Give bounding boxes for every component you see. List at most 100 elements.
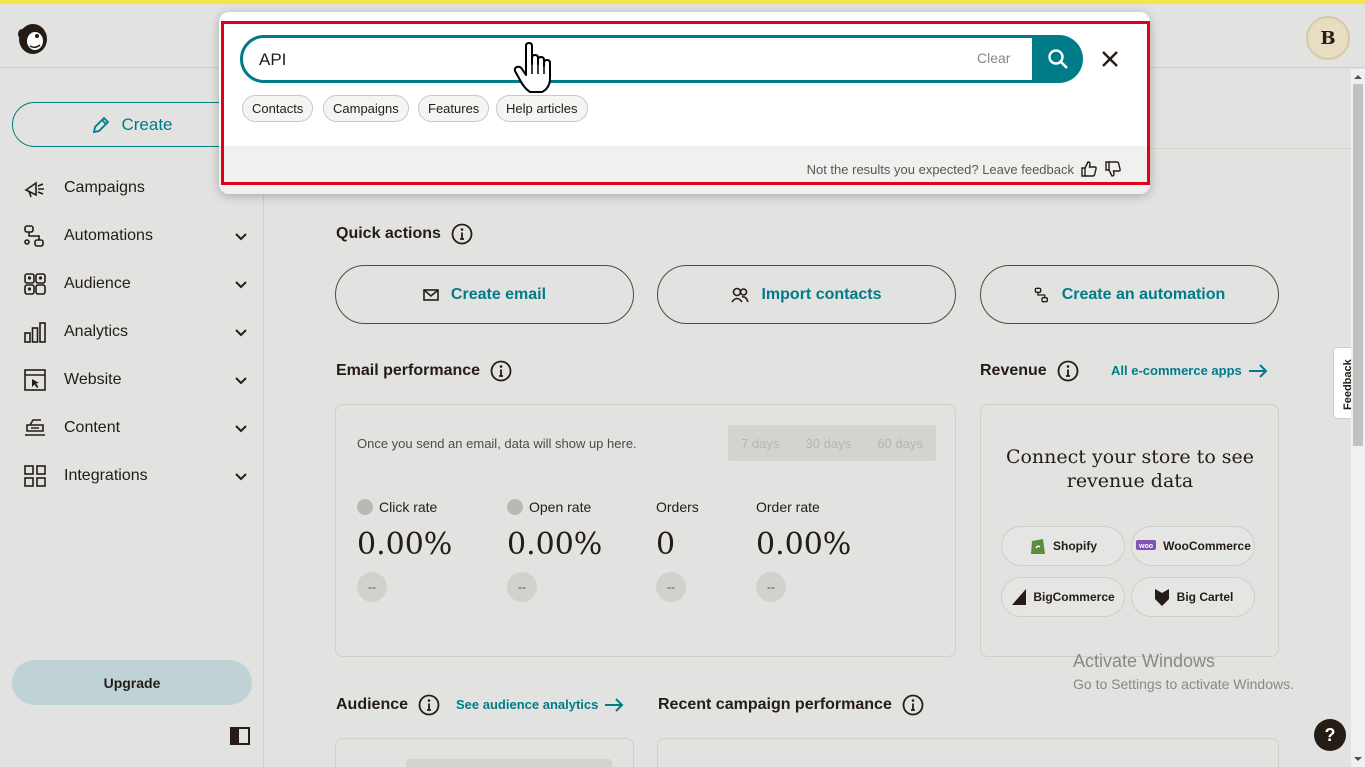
sidebar-item-label: Audience: [64, 275, 131, 292]
info-icon[interactable]: [490, 360, 512, 382]
see-audience-analytics-link[interactable]: See audience analytics: [456, 697, 624, 712]
woocommerce-icon: woo: [1136, 540, 1157, 550]
contacts-icon: [731, 287, 750, 302]
sidebar-item-label: Content: [64, 419, 121, 436]
activate-windows-watermark: Activate Windows Go to Settings to activ…: [1073, 651, 1294, 692]
audience-heading: Audience: [336, 694, 440, 716]
sidebar-item-audience[interactable]: Audience: [22, 268, 254, 300]
help-button[interactable]: ?: [1314, 719, 1346, 751]
website-icon: [24, 369, 46, 391]
range-7-days[interactable]: 7 days: [741, 436, 779, 451]
envelope-icon: [423, 288, 439, 301]
activate-windows-subtitle: Go to Settings to activate Windows.: [1073, 676, 1294, 692]
recent-campaign-heading: Recent campaign performance: [658, 694, 924, 716]
chevron-down-icon[interactable]: [232, 275, 250, 293]
thumbs-down-icon[interactable]: [1104, 160, 1122, 178]
content-icon: [25, 419, 45, 436]
chevron-down-icon[interactable]: [232, 323, 250, 341]
close-search-button[interactable]: [1097, 46, 1123, 72]
audience-title: Audience: [336, 696, 409, 713]
chevron-down-icon[interactable]: [232, 419, 250, 437]
scroll-down-icon[interactable]: [1353, 754, 1363, 764]
mailchimp-freddie-icon[interactable]: [13, 18, 53, 58]
audience-toggle[interactable]: [406, 759, 612, 767]
thumbs-up-icon[interactable]: [1080, 160, 1098, 178]
search-feedback-text[interactable]: Not the results you expected? Leave feed…: [807, 162, 1074, 177]
bigcommerce-button[interactable]: BigCommerce: [1001, 577, 1125, 617]
revenue-heading: Revenue: [980, 360, 1079, 382]
scroll-up-icon[interactable]: [1353, 72, 1363, 82]
hand-pointer-cursor-icon: [513, 42, 551, 93]
automation-flow-icon: [24, 225, 44, 247]
activate-windows-title: Activate Windows: [1073, 651, 1216, 671]
store-label: BigCommerce: [1033, 590, 1115, 604]
sidebar-item-label: Automations: [64, 227, 153, 244]
filter-chip-contacts[interactable]: Contacts: [242, 95, 314, 122]
sidebar-item-integrations[interactable]: Integrations: [22, 460, 254, 492]
range-30-days[interactable]: 30 days: [806, 436, 852, 451]
date-range-toggle: 7 days 30 days 60 days: [728, 425, 936, 461]
filter-chip-campaigns[interactable]: Campaigns: [323, 95, 409, 122]
collapse-sidebar-icon[interactable]: [230, 727, 250, 745]
avatar[interactable]: B: [1306, 16, 1350, 60]
email-performance-card: Once you send an email, data will show u…: [335, 404, 956, 657]
search-input[interactable]: [259, 46, 939, 74]
shopify-button[interactable]: Shopify: [1001, 526, 1125, 566]
chevron-down-icon[interactable]: [232, 371, 250, 389]
metric-change: --: [756, 572, 786, 602]
metric-click-rate: Click rate 0.00% --: [357, 497, 497, 602]
create-label: Create: [121, 114, 173, 134]
store-label: WooCommerce: [1163, 539, 1251, 553]
metric-order-rate: Order rate 0.00% --: [756, 497, 896, 602]
filter-chip-help-articles[interactable]: Help articles: [496, 95, 588, 122]
freddie-mini-icon: [357, 499, 373, 515]
create-email-button[interactable]: Create email: [335, 265, 634, 324]
metric-change: --: [507, 572, 537, 602]
metric-value: 0.00%: [756, 527, 852, 562]
clear-search-button[interactable]: Clear: [977, 50, 1010, 66]
avatar-initial: B: [1320, 27, 1336, 49]
metric-value: 0.00%: [357, 527, 453, 562]
revenue-title: Revenue: [980, 362, 1047, 379]
big-cartel-button[interactable]: Big Cartel: [1131, 577, 1255, 617]
info-icon[interactable]: [1057, 360, 1079, 382]
sidebar-item-content[interactable]: Content: [22, 412, 254, 444]
filter-chip-features[interactable]: Features: [418, 95, 490, 122]
revenue-heading-text: Connect your store to see revenue data: [1005, 446, 1255, 492]
search-feedback-bar: Not the results you expected? Leave feed…: [219, 146, 1150, 194]
chevron-down-icon[interactable]: [232, 467, 250, 485]
metric-value: 0.00%: [507, 527, 603, 562]
search-submit-button[interactable]: [1032, 35, 1083, 83]
metric-change: --: [357, 572, 387, 602]
sidebar-item-label: Website: [64, 371, 122, 388]
metric-label: Click rate: [379, 499, 438, 515]
info-icon[interactable]: [418, 694, 440, 716]
metric-label: Orders: [656, 499, 699, 515]
megaphone-icon: [24, 181, 44, 198]
store-label: Shopify: [1053, 539, 1097, 553]
range-60-days[interactable]: 60 days: [877, 436, 923, 451]
woocommerce-button[interactable]: woo WooCommerce: [1131, 526, 1255, 566]
freddie-mini-icon: [507, 499, 523, 515]
chevron-down-icon[interactable]: [232, 227, 250, 245]
info-icon[interactable]: [902, 694, 924, 716]
close-icon: [1102, 51, 1118, 67]
import-contacts-button[interactable]: Import contacts: [657, 265, 956, 324]
sidebar-item-analytics[interactable]: Analytics: [22, 316, 254, 348]
upgrade-button[interactable]: Upgrade: [12, 660, 252, 705]
search-box: Clear: [240, 35, 1083, 83]
sidebar-item-automations[interactable]: Automations: [22, 220, 254, 252]
metric-label: Order rate: [756, 499, 820, 515]
create-automation-button[interactable]: Create an automation: [980, 265, 1279, 324]
scrollbar-thumb[interactable]: [1353, 84, 1363, 446]
shopify-icon: [1031, 539, 1045, 554]
info-icon[interactable]: [451, 223, 473, 245]
sidebar-item-website[interactable]: Website: [22, 364, 254, 396]
quick-actions-heading: Quick actions: [336, 223, 473, 245]
recent-campaign-title: Recent campaign performance: [658, 696, 892, 713]
metric-change: --: [656, 572, 686, 602]
svg-text:woo: woo: [1138, 543, 1153, 550]
all-ecommerce-apps-link[interactable]: All e-commerce apps: [1111, 363, 1268, 378]
pencil-icon: [93, 116, 110, 133]
create-button[interactable]: Create: [12, 102, 252, 147]
